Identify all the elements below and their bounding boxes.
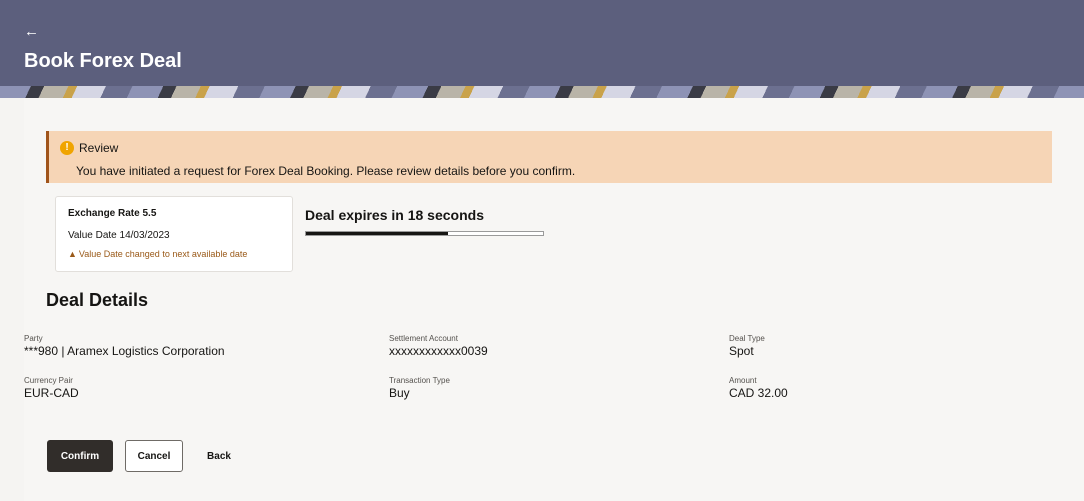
exchange-rate: Exchange Rate 5.5 bbox=[68, 208, 157, 219]
page-header: ← Book Forex Deal bbox=[0, 0, 1084, 86]
value-date: Value Date 14/03/2023 bbox=[68, 230, 170, 241]
page-title: Book Forex Deal bbox=[24, 50, 182, 72]
review-alert: ! Review You have initiated a request fo… bbox=[46, 131, 1052, 183]
cancel-button[interactable]: Cancel bbox=[125, 440, 183, 472]
exchange-rate-card: Exchange Rate 5.5 Value Date 14/03/2023 … bbox=[55, 196, 293, 272]
back-button[interactable]: Back bbox=[195, 440, 243, 472]
value-date-warning-text: Value Date changed to next available dat… bbox=[78, 249, 248, 259]
deal-expiry-progress-fill bbox=[306, 232, 449, 235]
info-icon: ! bbox=[60, 141, 74, 155]
party-value: ***980 | Aramex Logistics Corporation bbox=[24, 344, 225, 358]
main-content: ! Review You have initiated a request fo… bbox=[24, 98, 1084, 501]
back-arrow-icon[interactable]: ← bbox=[24, 24, 39, 39]
deal-type-label: Deal Type bbox=[729, 334, 765, 343]
currency-pair-label: Currency Pair bbox=[24, 376, 73, 385]
amount-label: Amount bbox=[729, 376, 757, 385]
alert-title: Review bbox=[79, 141, 119, 155]
settlement-account-value: xxxxxxxxxxxx0039 bbox=[389, 344, 488, 358]
deal-expiry-text: Deal expires in 18 seconds bbox=[305, 207, 484, 223]
value-date-warning: ▲ Value Date changed to next available da… bbox=[68, 249, 247, 259]
transaction-type-label: Transaction Type bbox=[389, 376, 450, 385]
party-label: Party bbox=[24, 334, 43, 343]
amount-value: CAD 32.00 bbox=[729, 386, 788, 400]
settlement-account-label: Settlement Account bbox=[389, 334, 458, 343]
deal-details-title: Deal Details bbox=[46, 290, 149, 310]
deal-expiry-progress bbox=[305, 231, 544, 236]
currency-pair-value: EUR-CAD bbox=[24, 386, 79, 400]
confirm-button[interactable]: Confirm bbox=[47, 440, 113, 472]
alert-message: You have initiated a request for Forex D… bbox=[76, 164, 576, 178]
deal-type-value: Spot bbox=[729, 344, 754, 358]
header-pattern-banner bbox=[0, 86, 1084, 98]
warning-icon: ▲ bbox=[68, 249, 77, 259]
transaction-type-value: Buy bbox=[389, 386, 410, 400]
